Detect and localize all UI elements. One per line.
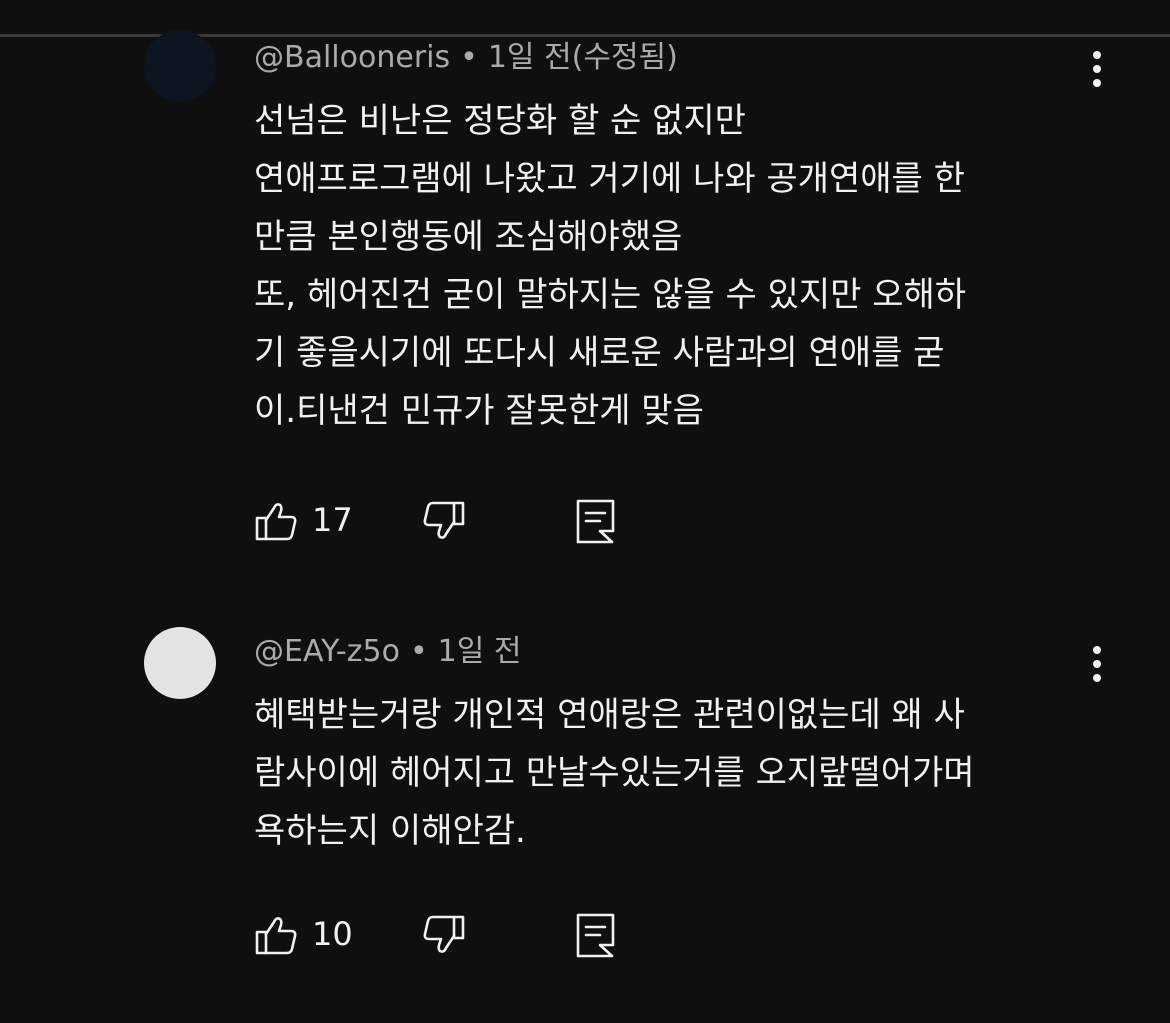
thumbs-up-icon — [255, 917, 297, 955]
comment-meta: @Ballooneris • 1일 전(수정됨) — [254, 38, 678, 78]
comment-text: 선넘은 비난은 정당화 할 순 없지만 연애프로그램에 나왔고 거기에 나와 공… — [254, 92, 1104, 440]
reply-icon — [576, 913, 615, 958]
meta-separator: • — [409, 634, 428, 669]
author-handle[interactable]: @EAY-z5o — [254, 634, 400, 669]
comment-text: 혜택받는거랑 개인적 연애랑은 관련이없는데 왜 사 람사이에 헤어지고 만날수… — [254, 686, 1104, 860]
comment-text-line: 이.티낸건 민규가 잘못한게 맞음 — [254, 391, 704, 431]
thumbs-down-icon — [423, 501, 465, 539]
comment-text-line: 선넘은 비난은 정당화 할 순 없지만 — [254, 101, 746, 141]
comment-text-line: 욕하는지 이해안감. — [254, 811, 526, 851]
avatar[interactable] — [144, 627, 216, 699]
dislike-button[interactable] — [422, 496, 472, 546]
comment-text-line: 만큼 본인행동에 조심해야했음 — [254, 217, 683, 257]
comment-meta: @EAY-z5o • 1일 전 — [254, 632, 521, 672]
more-vertical-icon — [1093, 646, 1101, 654]
reply-button[interactable] — [576, 910, 626, 960]
comment-time[interactable]: 1일 전(수정됨) — [488, 40, 678, 75]
dislike-button[interactable] — [422, 910, 472, 960]
reply-button[interactable] — [576, 496, 626, 546]
more-options-button[interactable] — [1078, 45, 1118, 95]
meta-separator: • — [460, 40, 478, 75]
reply-icon — [576, 499, 615, 544]
like-button[interactable]: 17 — [254, 496, 374, 546]
more-vertical-icon — [1093, 51, 1101, 59]
like-count: 10 — [312, 915, 353, 953]
comment-time[interactable]: 1일 전 — [438, 634, 522, 669]
thumbs-down-icon — [423, 915, 465, 953]
comment-text-line: 기 좋을시기에 또다시 새로운 사람과의 연애를 굳 — [254, 333, 945, 373]
author-handle[interactable]: @Ballooneris — [254, 40, 450, 75]
like-button[interactable]: 10 — [254, 910, 374, 960]
like-count: 17 — [312, 501, 353, 539]
comment-text-line: 혜택받는거랑 개인적 연애랑은 관련이없는데 왜 사 — [254, 695, 965, 735]
avatar[interactable] — [144, 30, 216, 102]
comment-text-line: 또, 헤어진건 굳이 말하지는 않을 수 있지만 오해하 — [254, 275, 967, 315]
thumbs-up-icon — [255, 503, 297, 541]
comment-text-line: 연애프로그램에 나왔고 거기에 나와 공개연애를 한 — [254, 159, 965, 199]
more-options-button[interactable] — [1078, 640, 1118, 690]
comment-text-line: 람사이에 헤어지고 만날수있는거를 오지랖떨어가며 — [254, 753, 975, 793]
